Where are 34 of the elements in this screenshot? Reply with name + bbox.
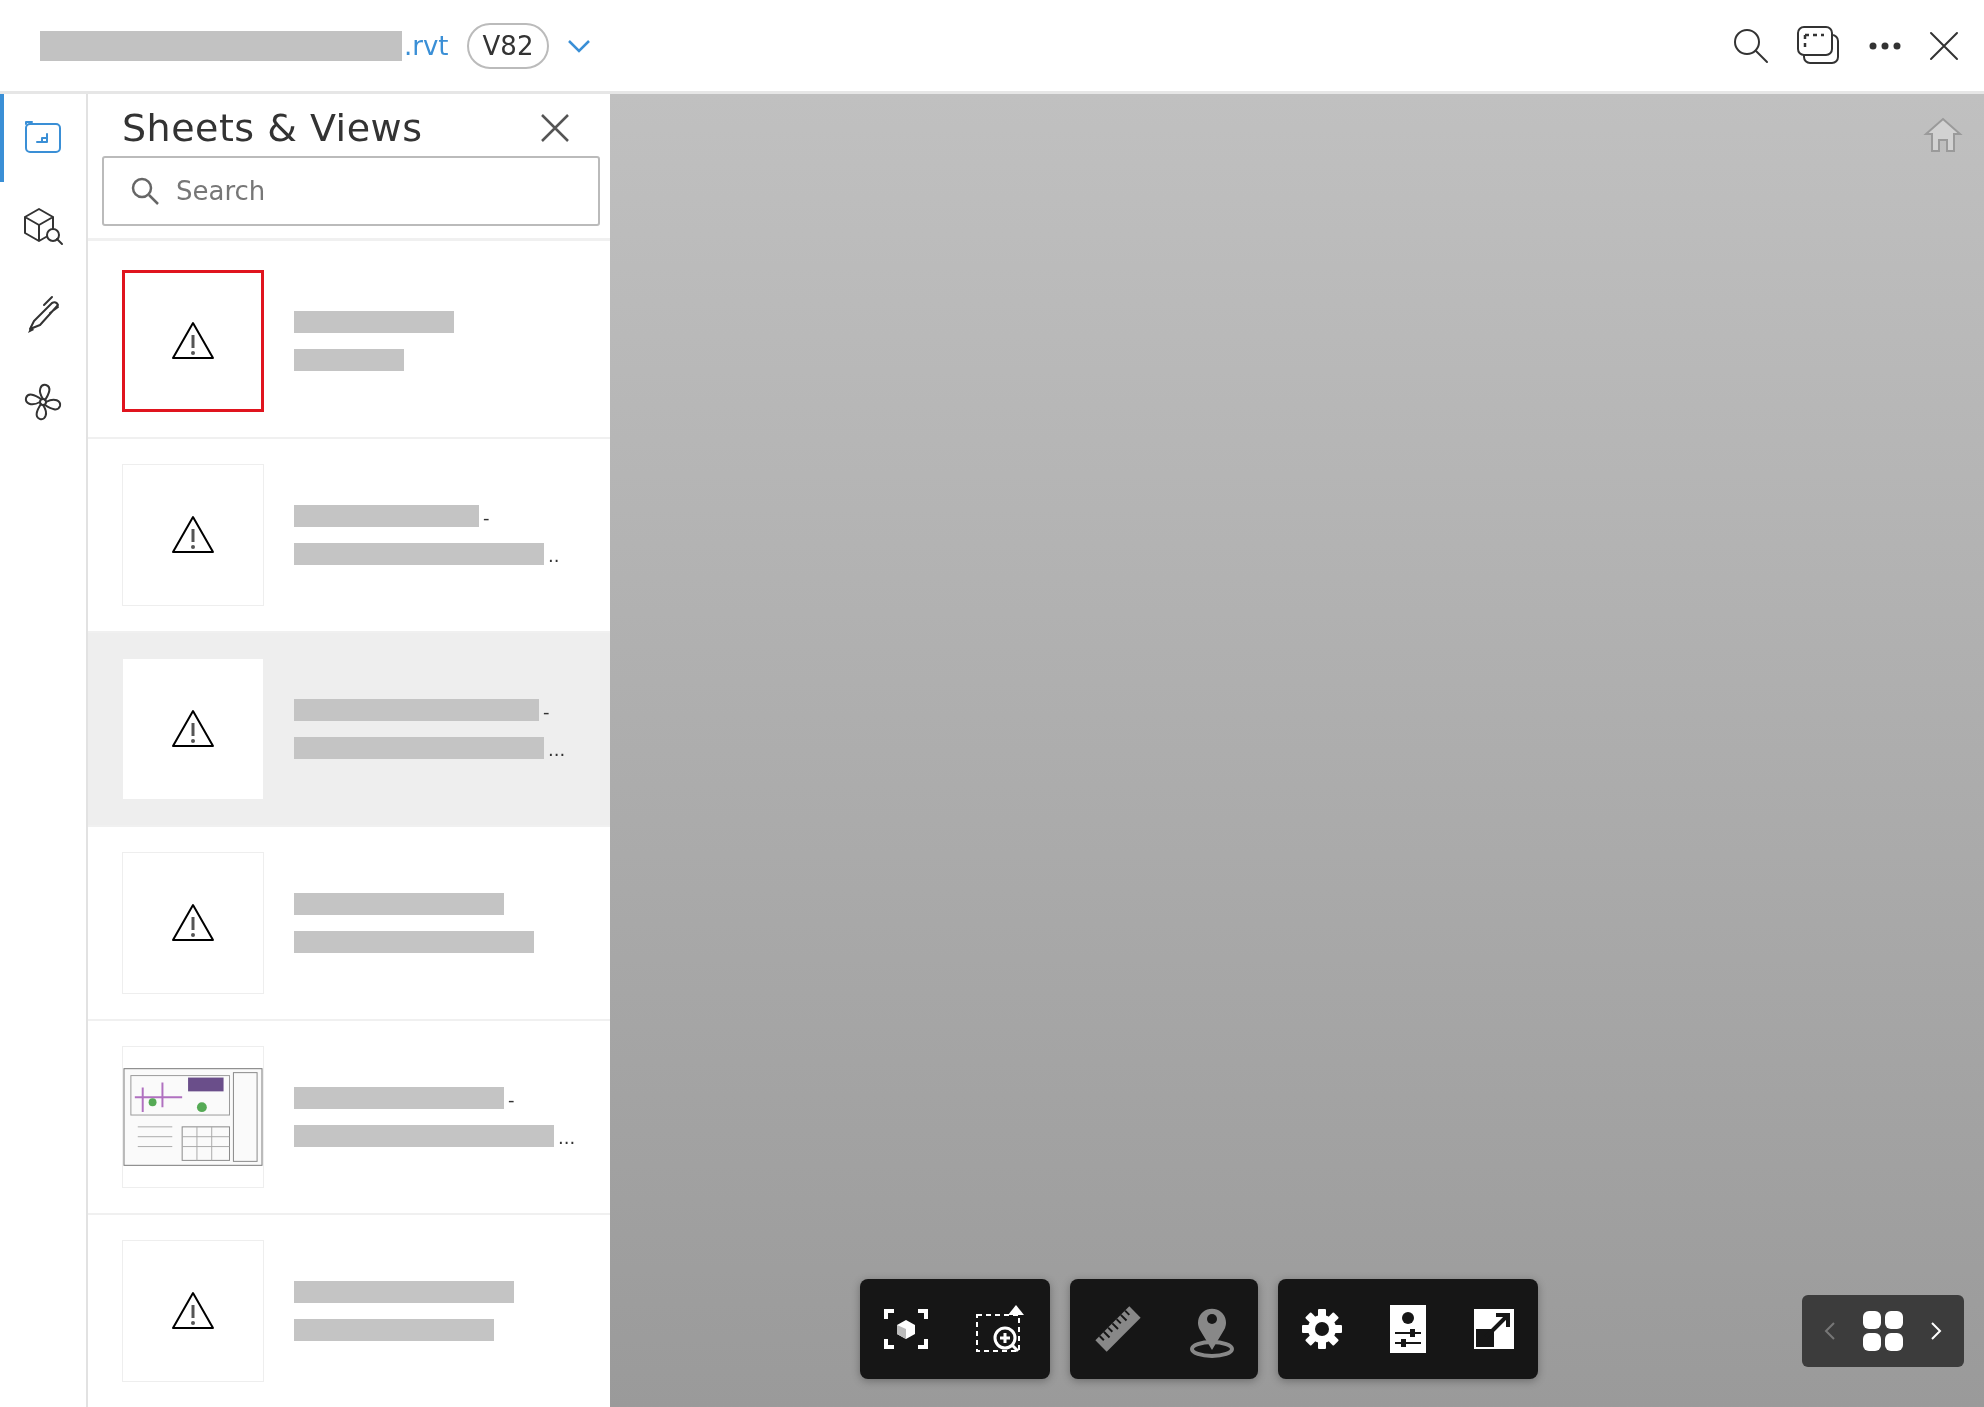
more-icon[interactable]: [1868, 40, 1902, 51]
sheet-list-item[interactable]: - ..: [88, 439, 610, 633]
truncated-text: -: [508, 1091, 515, 1109]
overlapping-windows-icon[interactable]: [1796, 24, 1842, 67]
truncated-text: ..: [548, 547, 560, 565]
search-field[interactable]: Search: [102, 156, 600, 226]
warning-icon: [170, 902, 216, 944]
search-icon: [130, 176, 160, 206]
truncated-text: -: [483, 509, 490, 527]
truncated-text: -: [543, 703, 550, 721]
sheet-thumbnail[interactable]: [122, 270, 264, 412]
close-icon[interactable]: [1928, 29, 1960, 62]
warning-icon: [170, 708, 216, 750]
warning-icon: [170, 1290, 216, 1332]
version-badge[interactable]: V82: [466, 22, 550, 69]
warning-icon: [170, 514, 216, 556]
properties-icon[interactable]: [1388, 1303, 1428, 1355]
cube-search-icon: [21, 205, 65, 247]
caret-icon[interactable]: [567, 38, 592, 53]
sheet-list-item[interactable]: - ...: [88, 1021, 610, 1215]
sheet-list-item[interactable]: - ...: [88, 633, 610, 827]
previous-icon[interactable]: [1824, 1321, 1836, 1341]
next-icon[interactable]: [1930, 1321, 1942, 1341]
warning-icon: [170, 320, 216, 362]
grid-icon[interactable]: [1862, 1310, 1904, 1352]
close-icon[interactable]: [540, 113, 570, 143]
file-extension: .rvt: [404, 30, 449, 61]
fit-view-icon[interactable]: [882, 1307, 930, 1351]
panel-title: Sheets & Views: [122, 106, 423, 150]
search-icon[interactable]: [1732, 26, 1770, 65]
truncated-text: ...: [558, 1129, 576, 1147]
settings-icon[interactable]: [1300, 1307, 1344, 1351]
fullscreen-icon[interactable]: [1472, 1307, 1516, 1351]
truncated-text: ...: [548, 741, 566, 759]
